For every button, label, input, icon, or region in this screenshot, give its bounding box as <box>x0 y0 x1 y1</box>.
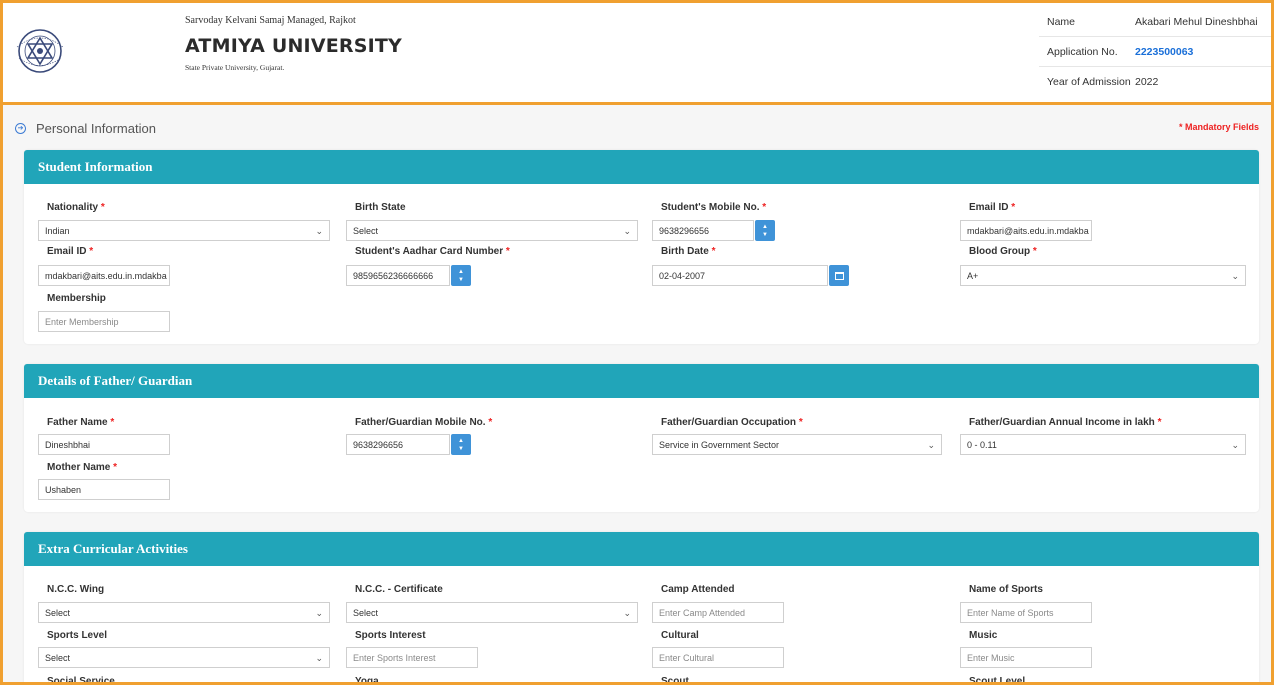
card-heading: Extra Curricular Activities <box>24 532 1259 566</box>
app-frame: Sarvoday Kelvani Samaj Managed, Rajkot A… <box>0 0 1274 685</box>
birth-state-select[interactable]: Select ⌄ <box>346 220 638 241</box>
mother-name-label: Mother Name * <box>47 462 118 473</box>
info-row-application: Application No. 2223500063 <box>1039 37 1271 67</box>
membership-label: Membership <box>47 293 106 304</box>
blood-group-label: Blood Group * <box>969 246 1037 257</box>
info-label: Name <box>1047 15 1076 28</box>
info-row-year: Year of Admission 2022 <box>1039 67 1271 97</box>
university-logo <box>16 29 64 73</box>
sports-name-input[interactable]: Enter Name of Sports <box>960 602 1092 623</box>
chevron-down-icon: ⌄ <box>623 608 631 618</box>
chevron-down-icon: ⌄ <box>315 653 323 663</box>
sports-level-label: Sports Level <box>47 630 108 641</box>
ncc-wing-label: N.C.C. Wing <box>47 584 105 595</box>
father-name-input[interactable]: Dineshbhai <box>38 434 170 455</box>
sports-level-select[interactable]: Select ⌄ <box>38 647 330 668</box>
aadhar-label: Student's Aadhar Card Number * <box>355 246 510 257</box>
email-input[interactable]: mdakbari@aits.edu.in.mdakba <box>960 220 1092 241</box>
mandatory-note: * Mandatory Fields <box>1178 122 1259 132</box>
aadhar-input[interactable]: 9859656236666666 <box>346 265 450 286</box>
father-name-label: Father Name * <box>47 417 115 428</box>
student-mobile-label: Student's Mobile No. * <box>661 202 767 213</box>
student-mobile-input[interactable]: 9638296656 <box>652 220 754 241</box>
chevron-down-icon: ⌄ <box>315 226 323 236</box>
ncc-certificate-label: N.C.C. - Certificate <box>355 584 443 595</box>
nationality-label: Nationality * <box>47 202 105 213</box>
camp-attended-input[interactable]: Enter Camp Attended <box>652 602 784 623</box>
music-label: Music <box>969 630 998 641</box>
birth-date-input[interactable]: 02-04-2007 <box>652 265 828 286</box>
cultural-input[interactable]: Enter Cultural <box>652 647 784 668</box>
info-row-name: Name Akabari Mehul Dineshbhai <box>1039 7 1271 37</box>
section-personal-information: ➔ Personal Information * Mandatory Field… <box>15 117 1261 139</box>
guardian-income-label: Father/Guardian Annual Income in lakh * <box>969 417 1162 428</box>
ncc-wing-select[interactable]: Select ⌄ <box>38 602 330 623</box>
applicant-name: Akabari Mehul Dineshbhai <box>1135 15 1258 28</box>
membership-input[interactable]: Enter Membership <box>38 311 170 332</box>
spinner-icon[interactable]: ▲ ▼ <box>755 220 775 241</box>
cultural-label: Cultural <box>661 630 699 641</box>
university-name: ATMIYA UNIVERSITY <box>185 35 403 57</box>
student-information-card: Student Information Nationality * Indian… <box>24 150 1259 344</box>
birth-date-label: Birth Date * <box>661 246 716 257</box>
camp-attended-label: Camp Attended <box>661 584 735 595</box>
application-number: 2223500063 <box>1135 45 1194 58</box>
chevron-down-icon: ⌄ <box>623 226 631 236</box>
extra-curricular-card: Extra Curricular Activities N.C.C. Wing … <box>24 532 1259 685</box>
scout-label: Scout <box>661 676 689 685</box>
university-subtitle: State Private University, Gujarat. <box>185 63 285 72</box>
page-header: Sarvoday Kelvani Samaj Managed, Rajkot A… <box>3 3 1271 105</box>
email-label: Email ID * <box>969 202 1016 213</box>
sports-interest-label: Sports Interest <box>355 630 426 641</box>
info-label: Application No. <box>1047 45 1118 58</box>
chevron-down-icon: ⌄ <box>1231 440 1239 450</box>
spinner-icon[interactable]: ▲ ▼ <box>451 434 471 455</box>
card-heading: Details of Father/ Guardian <box>24 364 1259 398</box>
arrow-circle-icon[interactable]: ➔ <box>15 122 26 134</box>
social-service-label: Social Service <box>47 676 115 685</box>
spinner-icon[interactable]: ▲ ▼ <box>451 265 471 286</box>
guardian-occupation-label: Father/Guardian Occupation * <box>661 417 803 428</box>
music-input[interactable]: Enter Music <box>960 647 1092 668</box>
admission-year: 2022 <box>1135 76 1159 88</box>
email-input[interactable]: mdakbari@aits.edu.in.mdakba <box>38 265 170 286</box>
birth-state-label: Birth State <box>355 202 406 213</box>
chevron-down-icon: ⌄ <box>1231 271 1239 281</box>
info-label: Year of Admission <box>1047 76 1131 88</box>
guardian-mobile-label: Father/Guardian Mobile No. * <box>355 417 493 428</box>
card-heading: Student Information <box>24 150 1259 184</box>
sports-interest-input[interactable]: Enter Sports Interest <box>346 647 478 668</box>
father-guardian-card: Details of Father/ Guardian Father Name … <box>24 364 1259 512</box>
chevron-down-icon: ⌄ <box>315 608 323 618</box>
email-label: Email ID * <box>47 246 94 257</box>
section-title: Personal Information <box>36 120 156 136</box>
nationality-select[interactable]: Indian ⌄ <box>38 220 330 241</box>
ncc-certificate-select[interactable]: Select ⌄ <box>346 602 638 623</box>
calendar-icon[interactable] <box>829 265 849 286</box>
guardian-mobile-input[interactable]: 9638296656 <box>346 434 450 455</box>
tagline: Sarvoday Kelvani Samaj Managed, Rajkot <box>185 15 356 26</box>
guardian-income-select[interactable]: 0 - 0.11 ⌄ <box>960 434 1246 455</box>
blood-group-select[interactable]: A+ ⌄ <box>960 265 1246 286</box>
scout-level-label: Scout Level <box>969 676 1026 685</box>
chevron-down-icon: ⌄ <box>927 440 935 450</box>
guardian-occupation-select[interactable]: Service in Government Sector ⌄ <box>652 434 942 455</box>
yoga-label: Yoga <box>355 676 379 685</box>
mother-name-input[interactable]: Ushaben <box>38 479 170 500</box>
sports-name-label: Name of Sports <box>969 584 1043 595</box>
applicant-info-table: Name Akabari Mehul Dineshbhai Applicatio… <box>1039 7 1271 97</box>
